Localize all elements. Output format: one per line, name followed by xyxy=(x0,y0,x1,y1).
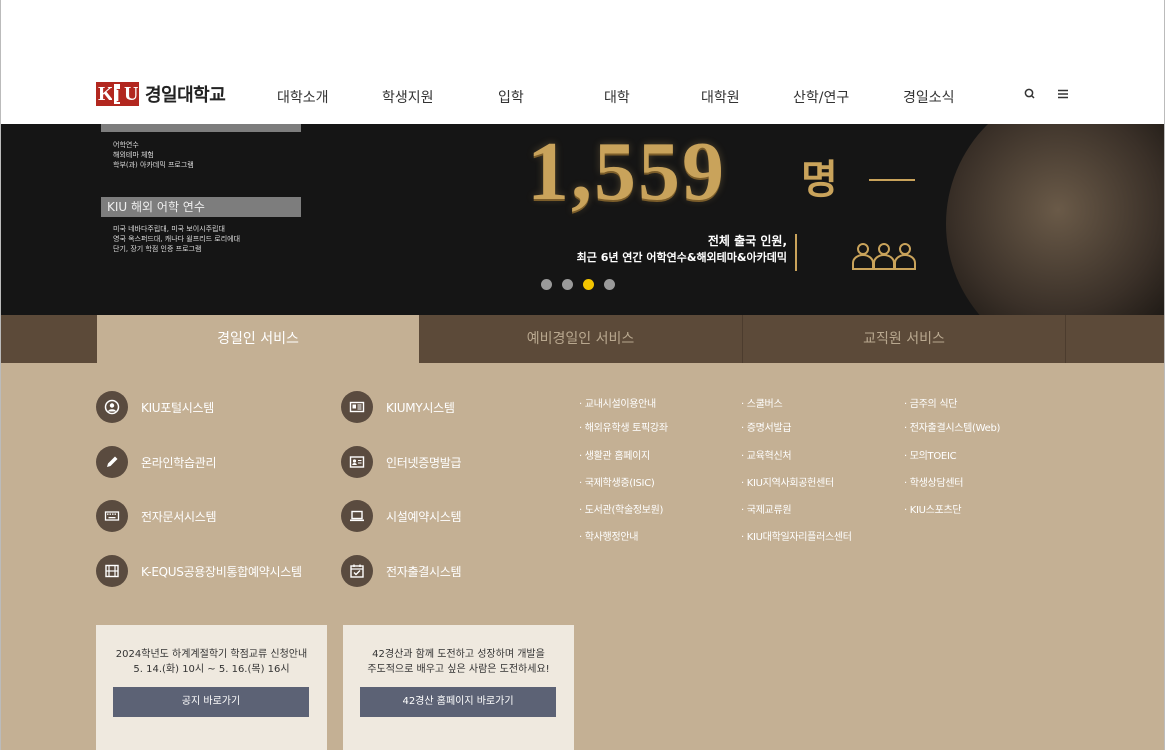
link-topik-course[interactable]: · 해외유학생 토픽강좌 xyxy=(579,419,668,434)
nav-about[interactable]: 대학소개 xyxy=(277,87,329,107)
link-weekly-menu[interactable]: · 금주의 식단 xyxy=(904,395,957,410)
nav-graduate-school[interactable]: 대학원 xyxy=(701,87,740,107)
link-certificate-issue[interactable]: · 증명서발급 xyxy=(741,419,792,434)
service-panel: KIU포털시스템 KIUMY시스템 온라인학습관리 인터넷증명발급 전자문서시스… xyxy=(1,363,1164,750)
service-label: KIUMY시스템 xyxy=(386,400,455,415)
service-tabs: 경일인 서비스 예비경일인 서비스 교직원 서비스 xyxy=(1,315,1164,363)
notice-card-exchange: 2024학년도 하계계절학기 학점교류 신청안내 5. 14.(화) 10시 ~… xyxy=(96,625,327,750)
service-certificate[interactable]: 인터넷증명발급 xyxy=(341,446,461,478)
logo-letter-i: I xyxy=(112,82,124,107)
slide-pagination xyxy=(541,279,615,290)
notice-card-42gyeongsan: 42경산과 함께 도전하고 성장하며 개발을 주도적으로 배우고 싶은 사람은 … xyxy=(343,625,574,750)
link-library[interactable]: · 도서관(학술정보원) xyxy=(579,501,663,516)
film-icon xyxy=(96,555,128,587)
people-group-icon xyxy=(852,243,916,270)
site-header: K I U 경일대학교 대학소개 학생지원 입학 대학 대학원 산학/연구 경일… xyxy=(1,70,1164,124)
service-label: K-EQUS공용장비통합예약시스템 xyxy=(141,564,302,579)
service-k-equs[interactable]: K-EQUS공용장비통합예약시스템 xyxy=(96,555,302,587)
link-mock-toeic[interactable]: · 모의TOEIC xyxy=(904,447,957,462)
banner-list-1: 어학연수 해외테마 체험 학부(과) 아카데믹 프로그램 xyxy=(113,141,194,169)
user-circle-icon xyxy=(96,391,128,423)
search-icon[interactable] xyxy=(1022,86,1038,102)
id-card-icon xyxy=(341,391,373,423)
link-counseling-center[interactable]: · 학생상담센터 xyxy=(904,474,963,489)
certificate-icon xyxy=(341,446,373,478)
banner-frame-line xyxy=(869,179,915,181)
banner-frame-line xyxy=(795,234,797,271)
link-academic-admin[interactable]: · 학사행정안내 xyxy=(579,528,638,543)
nav-admission[interactable]: 입학 xyxy=(498,87,524,107)
service-label: 인터넷증명발급 xyxy=(386,455,462,470)
pencil-icon xyxy=(96,446,128,478)
notice-text: 42경산과 함께 도전하고 성장하며 개발을 주도적으로 배우고 싶은 사람은 … xyxy=(367,649,550,675)
banner-list-2: 미국 네바다주립대, 미국 보이시주립대 영국 옥스퍼드대, 캐나다 윌프리드 … xyxy=(113,225,241,253)
nav-colleges[interactable]: 대학 xyxy=(604,87,630,107)
tab-student-service[interactable]: 경일인 서비스 xyxy=(97,315,419,363)
logo-mark: K I U xyxy=(96,82,139,107)
service-label: 시설예약시스템 xyxy=(386,509,462,524)
service-e-document[interactable]: 전자문서시스템 xyxy=(96,500,216,532)
slide-dot-2[interactable] xyxy=(562,279,573,290)
globe-image xyxy=(946,124,1164,315)
service-label: 온라인학습관리 xyxy=(141,455,217,470)
page: K I U 경일대학교 대학소개 학생지원 입학 대학 대학원 산학/연구 경일… xyxy=(0,0,1165,750)
link-isic[interactable]: · 국제학생증(ISIC) xyxy=(579,474,655,489)
logo-letter-k: K xyxy=(96,82,114,106)
tab-prospective-service[interactable]: 예비경일인 서비스 xyxy=(419,315,742,363)
banner-big-number: 1,559 xyxy=(527,125,726,218)
menu-icon[interactable] xyxy=(1055,86,1071,102)
banner-box-global xyxy=(101,124,301,132)
service-label: 전자문서시스템 xyxy=(141,509,217,524)
service-label: 전자출결시스템 xyxy=(386,564,462,579)
hero-banner[interactable]: 어학연수 해외테마 체험 학부(과) 아카데믹 프로그램 KIU 해외 어학 연… xyxy=(1,124,1164,315)
service-online-learning[interactable]: 온라인학습관리 xyxy=(96,446,216,478)
banner-big-unit: 명 xyxy=(801,157,838,203)
nav-research[interactable]: 산학/연구 xyxy=(793,87,849,107)
service-kiu-portal[interactable]: KIU포털시스템 xyxy=(96,391,214,423)
slide-dot-1[interactable] xyxy=(541,279,552,290)
slide-dot-4[interactable] xyxy=(604,279,615,290)
logo-text: 경일대학교 xyxy=(145,85,226,106)
keyboard-icon xyxy=(96,500,128,532)
service-facility-reservation[interactable]: 시설예약시스템 xyxy=(341,500,461,532)
link-campus-facility[interactable]: · 교내시설이용안내 xyxy=(579,395,656,410)
nav-news[interactable]: 경일소식 xyxy=(903,87,955,107)
service-kiumy[interactable]: KIUMY시스템 xyxy=(341,391,455,423)
laptop-icon xyxy=(341,500,373,532)
link-e-attendance-web[interactable]: · 전자출결시스템(Web) xyxy=(904,419,1000,434)
link-international[interactable]: · 국제교류원 xyxy=(741,501,792,516)
service-label: KIU포털시스템 xyxy=(141,400,214,415)
tab-staff-service[interactable]: 교직원 서비스 xyxy=(743,315,1065,363)
calendar-check-icon xyxy=(341,555,373,587)
banner-caption-1: 전체 출국 인원, xyxy=(707,234,787,248)
banner-caption-2: 최근 6년 연간 어학연수&해외테마&아카데믹 xyxy=(576,251,787,264)
tab-divider xyxy=(1065,315,1066,363)
banner-box-language-course: KIU 해외 어학 연수 xyxy=(101,197,301,217)
service-e-attendance[interactable]: 전자출결시스템 xyxy=(341,555,461,587)
link-education-innovation[interactable]: · 교육혁신처 xyxy=(741,447,792,462)
notice-text: 2024학년도 하계계절학기 학점교류 신청안내 5. 14.(화) 10시 ~… xyxy=(115,649,308,675)
notice-button[interactable]: 공지 바로가기 xyxy=(113,687,309,717)
logo[interactable]: K I U 경일대학교 xyxy=(96,81,226,107)
link-sports-team[interactable]: · KIU스포츠단 xyxy=(904,501,962,516)
slide-dot-3[interactable] xyxy=(583,279,594,290)
link-school-bus[interactable]: · 스쿨버스 xyxy=(741,395,783,410)
logo-letter-u: U xyxy=(122,82,139,106)
nav-student-support[interactable]: 학생지원 xyxy=(382,87,434,107)
link-dormitory[interactable]: · 생활관 홈페이지 xyxy=(579,447,650,462)
notice-button[interactable]: 42경산 홈페이지 바로가기 xyxy=(360,687,556,717)
link-job-plus-center[interactable]: · KIU대학일자리플러스센터 xyxy=(741,528,852,543)
link-community-center[interactable]: · KIU지역사회공헌센터 xyxy=(741,474,834,489)
